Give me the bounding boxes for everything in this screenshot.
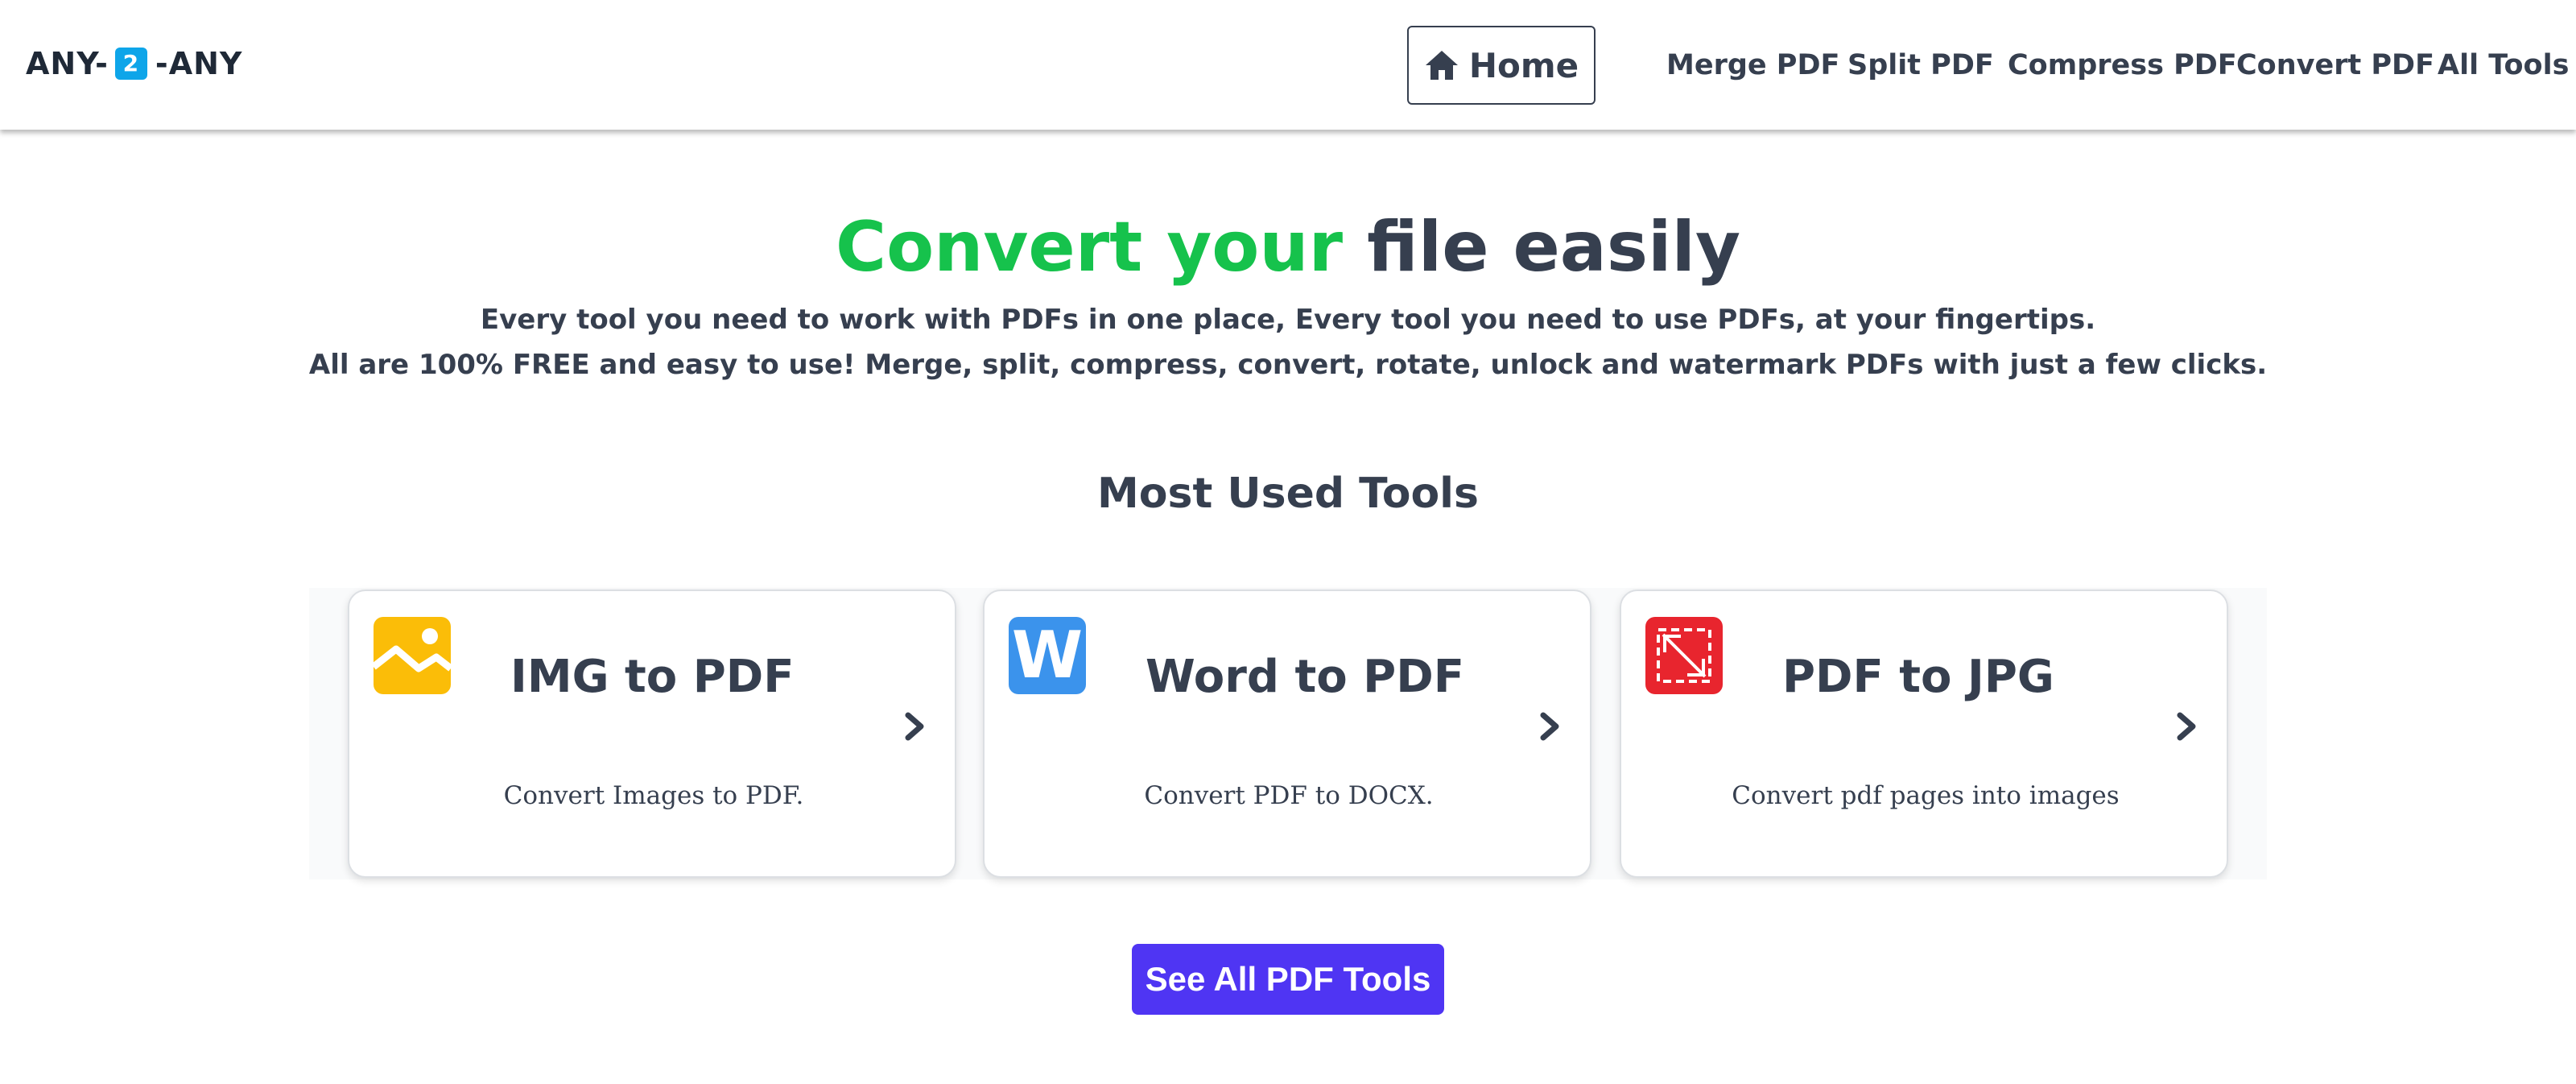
site-logo[interactable]: ANY- 2 -ANY [26, 45, 242, 82]
nav-link-all-tools[interactable]: All Tools [2438, 45, 2569, 85]
tool-card-img-to-pdf[interactable]: IMG to PDF Convert Images to PDF. [348, 590, 956, 878]
home-icon [1425, 51, 1458, 80]
nav-link-merge-pdf[interactable]: Merge PDF [1666, 45, 1839, 85]
nav-link-compress-pdf[interactable]: Compress PDF [2008, 45, 2237, 85]
see-all-pdf-tools-button[interactable]: See All PDF Tools [1132, 944, 1444, 1015]
tool-card-description: Convert PDF to DOCX. [1144, 781, 1434, 810]
tool-card-pdf-to-jpg[interactable]: PDF to JPG Convert pdf pages into images [1620, 590, 2228, 878]
hero-subtitle-line2: All are 100% FREE and easy to use! Merge… [308, 349, 2268, 381]
hero-title-rest: file easily [1366, 207, 1741, 288]
home-button-label: Home [1468, 45, 1579, 85]
tool-card-title: IMG to PDF [510, 651, 795, 703]
logo-text-right: -ANY [155, 46, 243, 81]
chevron-right-icon [905, 712, 924, 741]
pdf-convert-icon [1645, 617, 1723, 694]
tool-card-title: Word to PDF [1146, 651, 1464, 703]
home-button[interactable]: Home [1407, 26, 1596, 105]
tool-card-word-to-pdf[interactable]: W Word to PDF Convert PDF to DOCX. [983, 590, 1591, 878]
word-icon: W [1009, 617, 1086, 694]
logo-text-left: ANY- [26, 46, 109, 81]
nav-link-split-pdf[interactable]: Split PDF [1847, 45, 1994, 85]
tool-card-description: Convert Images to PDF. [503, 781, 804, 810]
most-used-tools-heading: Most Used Tools [1097, 470, 1479, 518]
chevron-right-icon [2177, 712, 2196, 741]
tool-card-title: PDF to JPG [1782, 651, 2054, 703]
top-navbar: ANY- 2 -ANY Home Merge PDF Split PDF Com… [0, 0, 2576, 130]
image-icon [371, 617, 453, 694]
word-icon-letter: W [1011, 618, 1084, 693]
logo-badge: 2 [114, 48, 147, 80]
hero-subtitle-line1: Every tool you need to work with PDFs in… [480, 304, 2096, 336]
hero-title-highlight: Convert your [835, 207, 1344, 288]
chevron-right-icon [1540, 712, 1559, 741]
hero-title: Convert your file easily [0, 203, 2576, 292]
tool-card-description: Convert pdf pages into images [1732, 781, 2120, 810]
nav-link-convert-pdf[interactable]: Convert PDF [2236, 45, 2434, 85]
